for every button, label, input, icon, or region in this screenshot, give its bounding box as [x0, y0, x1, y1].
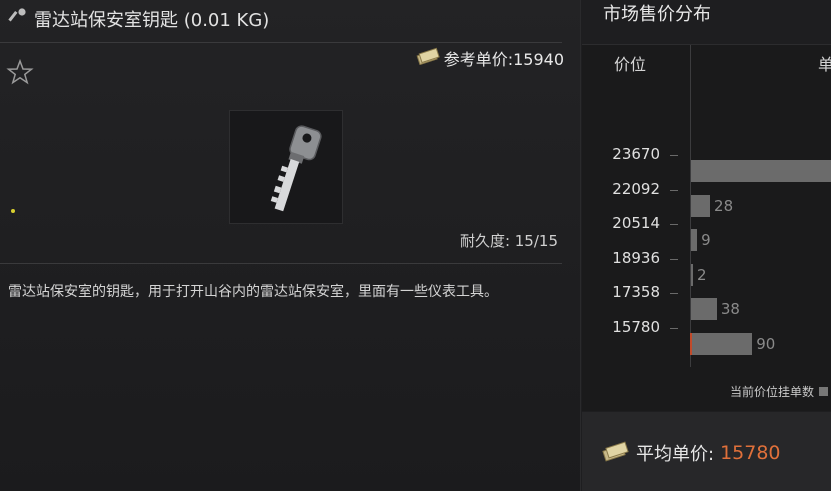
- bar-label-18147: 2: [697, 265, 707, 284]
- indicator-dot: [11, 209, 15, 213]
- durability-label: 耐久度: 15/15: [459, 232, 558, 250]
- tick-label-23670: 23670: [612, 145, 660, 163]
- reference-price-label: 参考单价:15940: [443, 50, 564, 69]
- bar-label-19725: 9: [701, 231, 711, 250]
- bar-label-16569: 38: [720, 300, 740, 319]
- bar-label-21303: 28: [714, 196, 734, 215]
- key-icon: [8, 7, 28, 31]
- item-title: 雷达站保安室钥匙 (0.01 KG): [34, 10, 270, 31]
- divider-top: [0, 42, 562, 43]
- price-distribution-chart: 价位 单 23670 22092 20514 18936 17358 15780 28 9 2 3…: [582, 44, 831, 411]
- key-image-icon: [270, 125, 322, 212]
- favorite-star-icon[interactable]: [6, 58, 34, 86]
- column-price-header: 价位: [614, 55, 647, 74]
- reference-price: 参考单价:15940: [416, 46, 564, 70]
- tick-label-18936: 18936: [612, 248, 660, 267]
- item-title-row: 雷达站保安室钥匙 (0.01 KG): [8, 6, 269, 32]
- average-price-row: 平均单价: 15780: [602, 440, 781, 466]
- tick-mark: [670, 258, 678, 260]
- tick-mark: [670, 293, 678, 295]
- tick-label-22092: 22092: [612, 179, 660, 198]
- money-icon: [416, 47, 440, 69]
- average-price-label: 平均单价:: [636, 444, 715, 465]
- market-panel: 市场售价分布 价位 单 23670 22092 20514 18936 17358 157…: [580, 0, 831, 491]
- divider-mid: [0, 263, 562, 264]
- money-icon: [602, 440, 630, 466]
- bar-15780[interactable]: [691, 333, 753, 355]
- tick-mark: [670, 189, 678, 191]
- market-title: 市场售价分布: [603, 4, 711, 25]
- item-detail-panel: 雷达站保安室钥匙 (0.01 KG) 参考单价:15940 耐久度: 15/15…: [0, 0, 580, 491]
- item-description: 雷达站保安室的钥匙，用于打开山谷内的雷达站保安室，里面有一些仪表工具。: [8, 284, 498, 300]
- tick-label-17358: 17358: [612, 283, 660, 302]
- legend-swatch: [819, 387, 828, 396]
- bar-label-15780: 90: [756, 335, 776, 353]
- legend-label: 当前价位挂单数: [729, 385, 814, 399]
- bar-22881[interactable]: [691, 160, 831, 182]
- tick-label-15780: 15780: [612, 318, 660, 336]
- tick-mark: [670, 224, 678, 226]
- tick-mark: [670, 328, 678, 329]
- average-price-value: 15780: [720, 442, 781, 464]
- bar-18147[interactable]: [691, 263, 693, 286]
- bar-19725[interactable]: [691, 229, 698, 252]
- current-price-marker: [690, 333, 692, 355]
- bar-21303[interactable]: [691, 194, 711, 217]
- tick-label-20514: 20514: [612, 214, 660, 233]
- item-image: [229, 110, 343, 224]
- average-price-panel: 平均单价: 15780: [582, 412, 831, 491]
- tick-mark: [670, 155, 678, 156]
- bar-16569[interactable]: [691, 298, 717, 321]
- chart-legend: 当前价位挂单数: [730, 383, 828, 400]
- column-qty-header: 单: [818, 55, 831, 74]
